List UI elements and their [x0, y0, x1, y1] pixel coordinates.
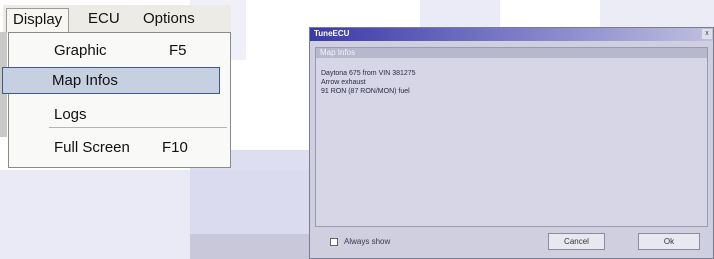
cancel-button[interactable]: Cancel: [548, 233, 605, 250]
info-line: 91 RON (87 RON/MON) fuel: [321, 88, 410, 95]
menu-bar: Display ECU Options: [3, 5, 231, 33]
dialog-title: TuneECU: [314, 29, 350, 38]
menu-options[interactable]: Options: [143, 10, 195, 27]
map-infos-group: Map Infos Daytona 675 from VIN 381275 Ar…: [315, 47, 708, 227]
menu-display[interactable]: Display: [6, 8, 70, 32]
close-icon[interactable]: x: [702, 29, 712, 39]
display-dropdown-menu: Graphic F5 Map Infos Logs Full Screen F1…: [2, 32, 231, 168]
always-show-label: Always show: [344, 237, 391, 246]
menu-item-label: Graphic: [54, 42, 107, 59]
map-infos-dialog: TuneECU x Map Infos Daytona 675 from VIN…: [309, 27, 714, 259]
always-show-option[interactable]: Always show: [330, 237, 390, 246]
dialog-titlebar[interactable]: TuneECU x: [310, 28, 713, 41]
menu-item-label: Full Screen: [54, 139, 130, 156]
ok-button[interactable]: Ok: [638, 233, 700, 250]
info-line: Daytona 675 from VIN 381275: [321, 70, 416, 77]
menu-separator: [49, 127, 227, 128]
map-info-text: Daytona 675 from VIN 381275 Arrow exhaus…: [321, 69, 416, 96]
menu-item-label: Logs: [54, 106, 87, 123]
group-title: Map Infos: [320, 48, 356, 57]
menu-item-label: Map Infos: [52, 72, 118, 89]
menu-item-shortcut: F5: [169, 42, 187, 59]
always-show-checkbox[interactable]: [330, 237, 338, 246]
menu-item-shortcut: F10: [162, 139, 188, 156]
background-stripe: [190, 234, 310, 259]
menu-item-map-infos[interactable]: Map Infos: [2, 67, 220, 94]
menu-item-logs[interactable]: Logs: [9, 101, 230, 129]
group-header: Map Infos: [316, 48, 707, 58]
info-line: Arrow exhaust: [321, 79, 366, 86]
menu-ecu[interactable]: ECU: [88, 10, 120, 27]
menu-item-graphic[interactable]: Graphic F5: [9, 37, 230, 65]
menu-item-full-screen[interactable]: Full Screen F10: [9, 134, 230, 162]
